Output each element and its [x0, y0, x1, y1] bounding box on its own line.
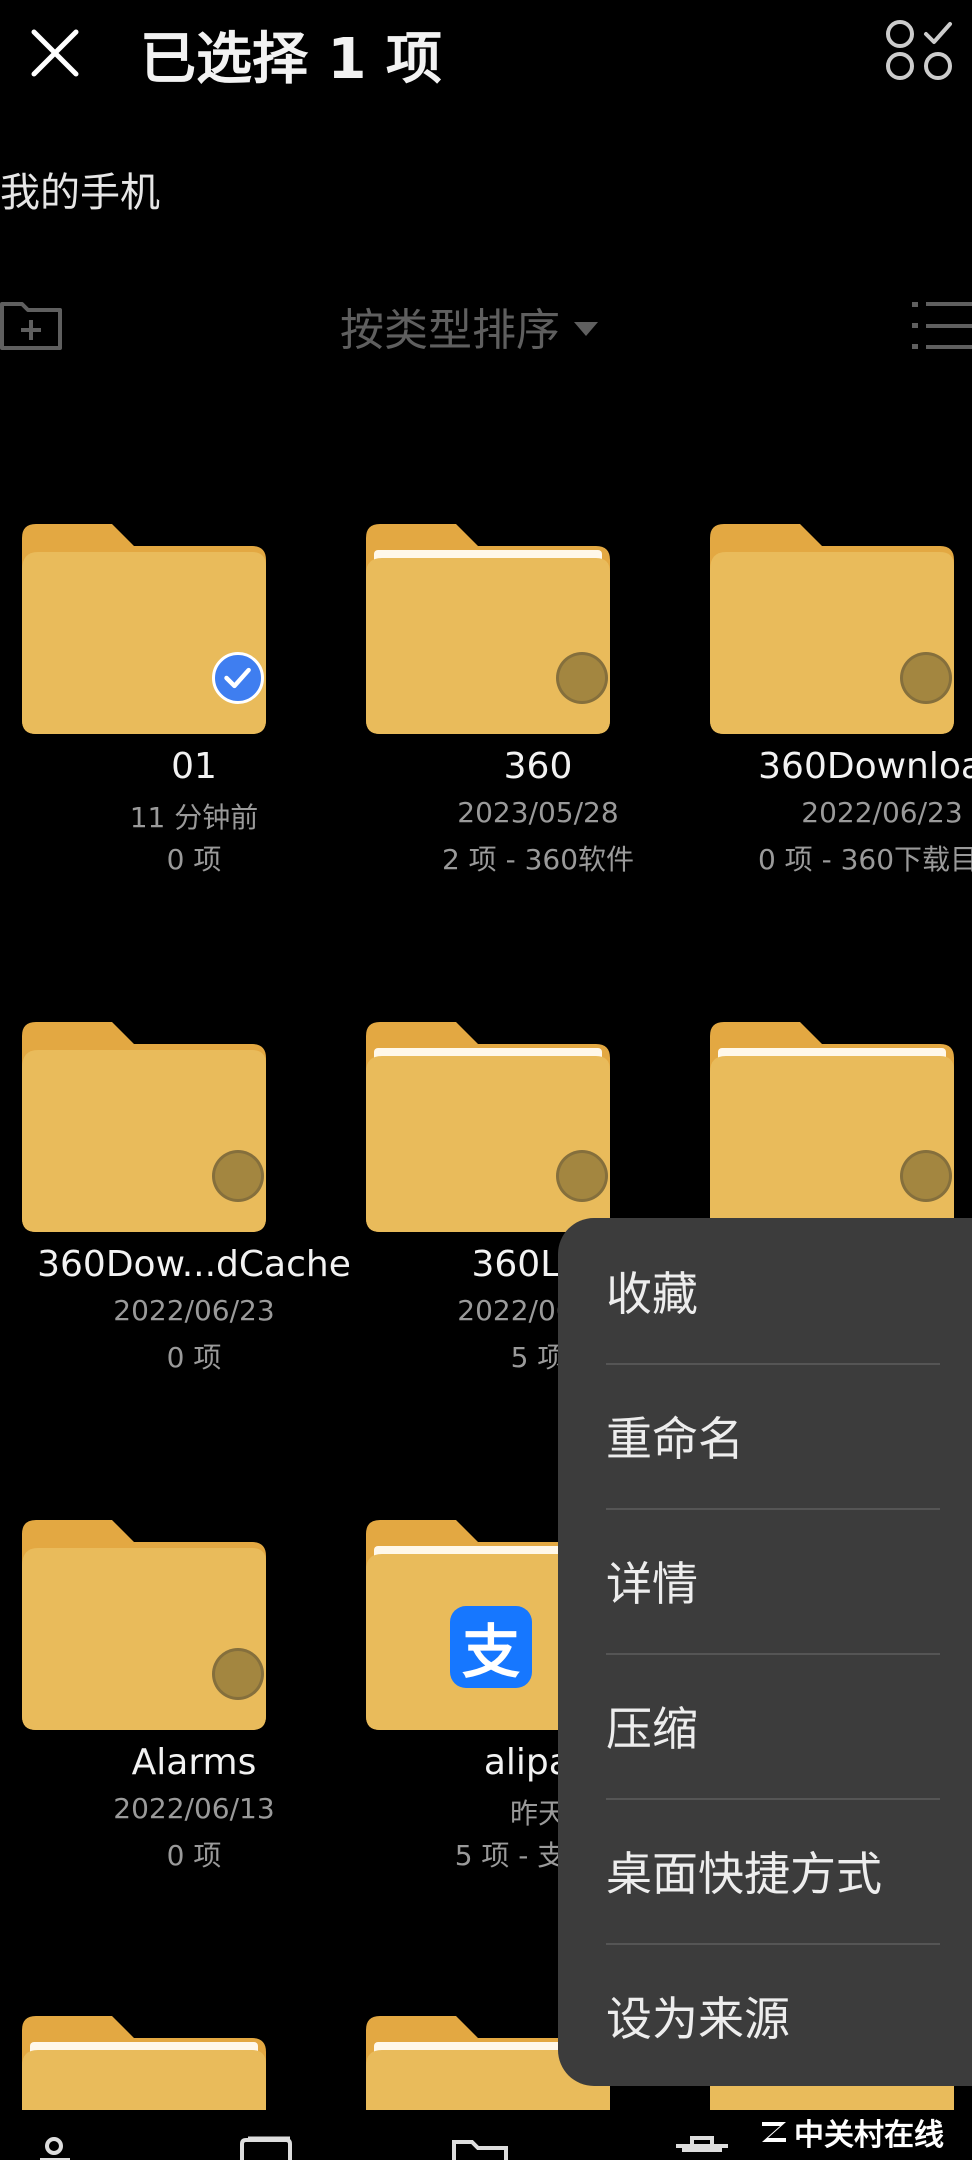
- menu-item-set-as-source[interactable]: 设为来源: [606, 1943, 940, 2088]
- selection-checkbox[interactable]: [556, 1150, 608, 1202]
- alipay-app-icon: 支: [450, 1606, 532, 1688]
- selection-checkbox[interactable]: [556, 652, 608, 704]
- folder-date: 2023/05/28: [457, 796, 619, 829]
- folder-date: 2022/06/23: [113, 1294, 275, 1327]
- menu-item-details[interactable]: 详情: [606, 1508, 940, 1653]
- sort-label: 按类型排序: [340, 305, 560, 356]
- close-button[interactable]: [20, 18, 90, 88]
- check-icon: [224, 667, 251, 689]
- folder-item[interactable]: 01 11 分钟前 0 项: [22, 524, 366, 984]
- folder-name: Alarms: [131, 1742, 257, 1783]
- chevron-down-icon: [574, 322, 598, 336]
- folder-name: 01: [171, 746, 217, 787]
- folder-item[interactable]: Alarms 2022/06/13 0 项: [22, 1520, 366, 1980]
- folder-item[interactable]: 360Dow...dCache 2022/06/23 0 项: [22, 1022, 366, 1482]
- folder-name: 360: [503, 746, 573, 787]
- folder-icon: [22, 2016, 266, 2110]
- context-menu: 收藏 重命名 详情 压缩 桌面快捷方式 设为来源: [558, 1218, 972, 2086]
- selection-checkbox[interactable]: [212, 1150, 264, 1202]
- folder-info: 0 项: [166, 1341, 222, 1374]
- selection-checkbox[interactable]: [900, 1150, 952, 1202]
- copy-icon[interactable]: [236, 2134, 296, 2160]
- share-icon[interactable]: [30, 2134, 90, 2160]
- folder-date: 2022/06/23: [801, 796, 963, 829]
- watermark: 中关村在线: [760, 2110, 944, 2154]
- move-icon[interactable]: [450, 2134, 510, 2160]
- folder-item[interactable]: 360 2023/05/28 2 项 - 360软件: [366, 524, 710, 984]
- folder-info: 0 项 - 360下载目录: [757, 843, 972, 876]
- new-folder-icon[interactable]: [0, 296, 64, 352]
- menu-item-desktop-shortcut[interactable]: 桌面快捷方式: [606, 1798, 940, 1943]
- list-view-icon[interactable]: [908, 296, 972, 356]
- selection-checkbox[interactable]: [900, 652, 952, 704]
- delete-icon[interactable]: [672, 2134, 732, 2160]
- folder-info: 0 项: [166, 843, 222, 876]
- select-all-icon[interactable]: [880, 14, 960, 84]
- folder-name: 360Download: [758, 746, 972, 787]
- folder-item[interactable]: 360Download 2022/06/23 0 项 - 360下载目录: [710, 524, 972, 984]
- sort-dropdown[interactable]: 按类型排序: [340, 296, 598, 356]
- page-title: 已选择 1 项: [140, 27, 442, 92]
- breadcrumb[interactable]: 我的手机: [0, 160, 160, 218]
- menu-item-favorite[interactable]: 收藏: [606, 1218, 940, 1363]
- watermark-text: 中关村在线: [794, 2118, 944, 2153]
- folder-info: 2 项 - 360软件: [441, 843, 635, 876]
- menu-item-rename[interactable]: 重命名: [606, 1363, 940, 1508]
- folder-date: 11 分钟前: [129, 801, 259, 834]
- selection-checkbox[interactable]: [212, 652, 264, 704]
- folder-info: 0 项: [166, 1839, 222, 1872]
- alipay-badge-glyph: 支: [461, 1618, 520, 1686]
- folder-name: 360Dow...dCache: [37, 1244, 351, 1285]
- selection-checkbox[interactable]: [212, 1648, 264, 1700]
- folder-date: 2022/06/13: [113, 1792, 275, 1825]
- watermark-logo-icon: [762, 2122, 786, 2142]
- menu-item-compress[interactable]: 压缩: [606, 1653, 940, 1798]
